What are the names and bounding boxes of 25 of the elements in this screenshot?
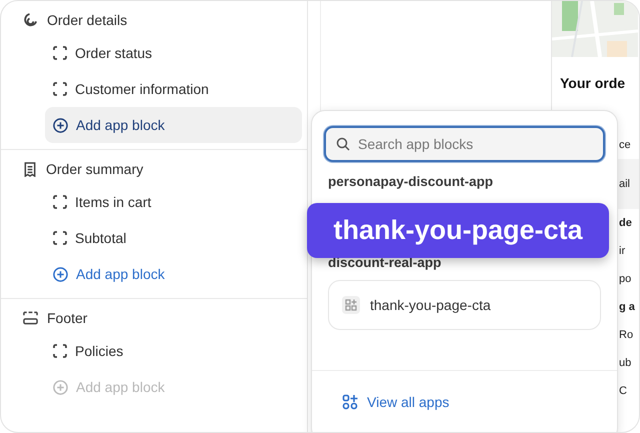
plus-circle-icon	[53, 118, 68, 132]
app-name: personapay-discount-app	[327, 173, 494, 189]
block-item[interactable]: Subtotal	[45, 220, 302, 256]
section-title: Order details	[47, 12, 128, 28]
app-block-option[interactable]: thank-you-page-cta	[328, 280, 601, 330]
receipt-icon	[23, 162, 37, 176]
search-field[interactable]: Search app blocks	[324, 126, 605, 162]
plus-circle-icon	[53, 380, 68, 394]
callout-label: thank-you-page-cta	[307, 203, 609, 258]
add-app-block-button[interactable]: Add app block	[45, 256, 302, 292]
block-item[interactable]: Items in cart	[45, 184, 302, 220]
swirl-icon	[23, 12, 38, 28]
block-item[interactable]: Policies	[45, 333, 302, 369]
add-app-block-button[interactable]: Add app block	[45, 107, 302, 143]
view-all-apps-link[interactable]: View all apps	[342, 394, 450, 410]
apps-icon	[342, 394, 358, 410]
footer-icon	[23, 311, 38, 325]
order-heading: Your orde	[559, 74, 626, 93]
preview-text: ail	[618, 159, 639, 209]
section-title: Order summary	[46, 161, 144, 177]
blocks-icon	[342, 296, 360, 314]
block-item[interactable]: Order status	[45, 35, 302, 71]
plus-circle-icon	[53, 266, 68, 282]
section-title: Footer	[47, 310, 88, 326]
block-item[interactable]: Customer information	[45, 71, 302, 107]
